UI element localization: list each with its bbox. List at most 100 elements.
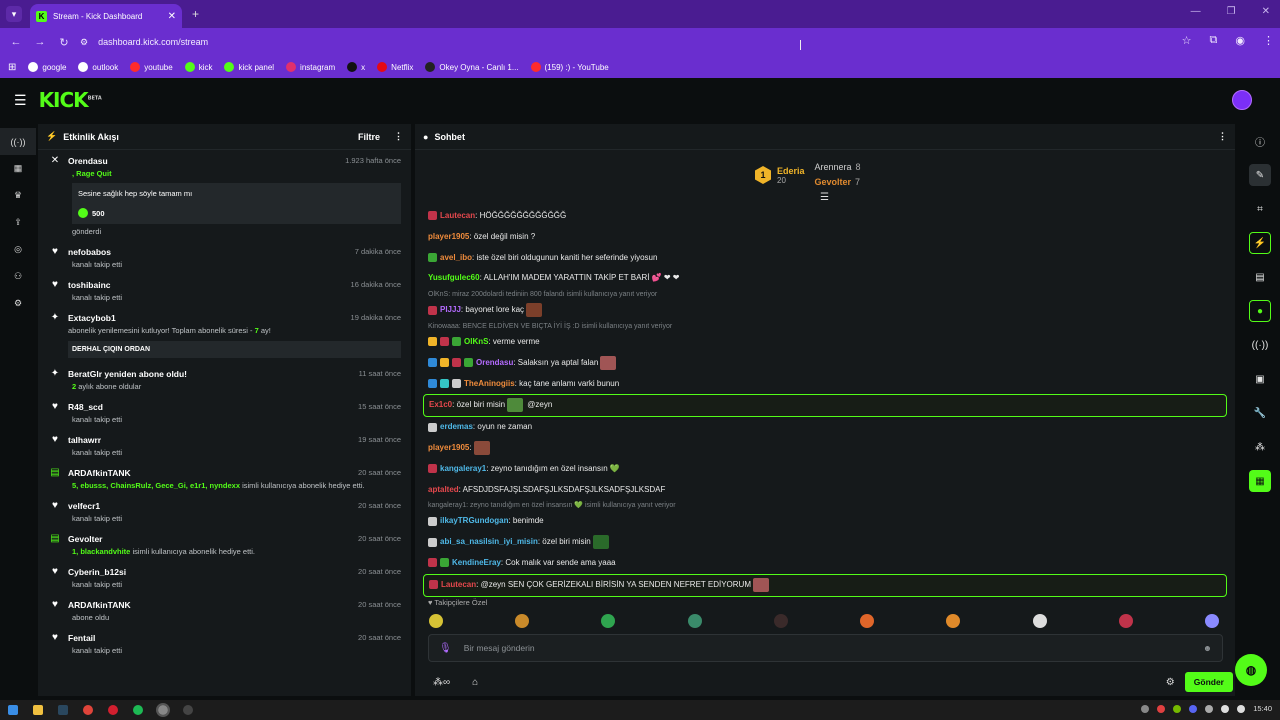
emote-icon[interactable]: [687, 614, 702, 628]
chat-username[interactable]: Lautecan: [441, 580, 476, 589]
clips-icon[interactable]: ▦: [1240, 464, 1280, 498]
event-username[interactable]: Extacybob1: [68, 313, 351, 323]
bookmark-item[interactable]: instagram: [286, 62, 335, 72]
bookmark-item[interactable]: Netflix: [377, 62, 413, 72]
chrome-icon[interactable]: [83, 705, 93, 715]
chat-username[interactable]: Orendasu: [476, 358, 513, 367]
wrench-icon[interactable]: 🔧: [1240, 396, 1280, 430]
emoji-icon[interactable]: ☻: [1203, 643, 1212, 653]
chat-username[interactable]: player1905: [428, 232, 469, 241]
bookmark-item[interactable]: x: [347, 62, 365, 72]
chat-options-icon[interactable]: ⋮: [1218, 131, 1227, 142]
layout-icon[interactable]: ▣: [1240, 362, 1280, 396]
minimize-button[interactable]: —: [1191, 6, 1201, 17]
reload-icon[interactable]: ↻: [52, 36, 76, 49]
new-tab-button[interactable]: +: [192, 7, 199, 21]
upload-icon[interactable]: ⇪: [0, 209, 36, 236]
chat-username[interactable]: ilkayTRGundogan: [440, 516, 508, 525]
chat-toggle-icon[interactable]: ●: [1240, 294, 1280, 328]
chat-settings-icon[interactable]: ⚙: [1166, 677, 1175, 688]
analytics-icon[interactable]: ▦: [0, 155, 36, 182]
apps-grid-icon[interactable]: ⊞: [8, 62, 16, 73]
clock[interactable]: 15:40: [1253, 704, 1272, 713]
chat-username[interactable]: player1905: [428, 443, 469, 452]
emote-icon[interactable]: [1032, 614, 1047, 628]
user-avatar[interactable]: [1232, 90, 1252, 110]
steam-icon[interactable]: [58, 705, 68, 715]
leaderboard-third[interactable]: Gevolter 7: [815, 175, 861, 190]
restore-button[interactable]: ❐: [1227, 6, 1236, 17]
store-icon[interactable]: ⌂: [472, 677, 478, 688]
help-chat-icon[interactable]: ◍: [1235, 654, 1267, 686]
send-button[interactable]: Gönder: [1184, 672, 1233, 692]
chat-username[interactable]: PIJJJ: [440, 305, 461, 314]
broadcast-icon[interactable]: ((·)): [1240, 328, 1280, 362]
chat-username[interactable]: TheAninogiis: [464, 379, 515, 388]
emote-icon[interactable]: [1118, 614, 1133, 628]
profile-icon[interactable]: ◉: [1235, 34, 1245, 47]
event-username[interactable]: toshibainc: [68, 280, 351, 290]
event-username[interactable]: Orendasu: [68, 156, 345, 166]
event-username[interactable]: nefobabos: [68, 247, 355, 257]
forward-icon[interactable]: →: [28, 36, 52, 48]
chat-username[interactable]: KendineEray: [452, 558, 501, 567]
tab-close-icon[interactable]: ✕: [168, 11, 176, 22]
address-bar[interactable]: ⚙ dashboard.kick.com/stream: [80, 32, 1190, 52]
emote-icon[interactable]: [860, 614, 875, 628]
event-username[interactable]: BeratGlr yeniden abone oldu!: [68, 369, 359, 379]
notes-icon[interactable]: ▤: [1240, 260, 1280, 294]
tray-nvidia-icon[interactable]: [1173, 704, 1182, 713]
chat-username[interactable]: avel_ibo: [440, 253, 472, 262]
emote-icon[interactable]: [601, 614, 616, 628]
chat-username[interactable]: kangaleray1: [440, 464, 486, 473]
chat-input[interactable]: 🎙 Bir mesaj gönderin ☻: [428, 634, 1223, 662]
tray-arrow-icon[interactable]: [1141, 704, 1150, 713]
bookmark-item[interactable]: Okey Oyna - Canlı 1...: [425, 62, 519, 72]
browser-icon[interactable]: [156, 703, 170, 717]
event-username[interactable]: R48_scd: [68, 402, 358, 412]
trophy-icon[interactable]: ♛: [0, 182, 36, 209]
tray-app-icon[interactable]: [1157, 704, 1166, 713]
bookmark-item[interactable]: kick panel: [224, 62, 274, 72]
tray-volume-icon[interactable]: [1237, 704, 1246, 713]
emote-icon[interactable]: [773, 614, 788, 628]
bookmark-star-icon[interactable]: ☆: [1182, 34, 1192, 47]
bookmark-item[interactable]: (159) :) - YouTube: [530, 62, 609, 72]
emote-icon[interactable]: [946, 614, 961, 628]
event-username[interactable]: ARDAfkinTANK: [68, 600, 358, 610]
chat-username[interactable]: erdemas: [440, 422, 473, 431]
activity-toggle-icon[interactable]: ⚡: [1240, 226, 1280, 260]
spotify-icon[interactable]: [133, 705, 143, 715]
event-username[interactable]: ARDAfkinTANK: [68, 468, 358, 478]
filter-button[interactable]: Filtre: [358, 132, 380, 142]
settings-target-icon[interactable]: ◎: [0, 236, 36, 263]
chat-username[interactable]: aptalted: [428, 485, 459, 494]
chat-username[interactable]: abi_sa_nasilsin_iyi_misin: [440, 537, 538, 546]
share-icon[interactable]: ⁂: [1240, 430, 1280, 464]
stream-broadcast-icon[interactable]: ((·)): [0, 128, 36, 155]
close-window-button[interactable]: ✕: [1262, 6, 1270, 17]
emote-icon[interactable]: [515, 614, 530, 628]
kick-logo[interactable]: KICKBETA: [39, 88, 102, 112]
event-username[interactable]: Fentail: [68, 633, 358, 643]
opera-icon[interactable]: [108, 705, 118, 715]
bookmark-item[interactable]: youtube: [130, 62, 173, 72]
expand-leaderboard-icon[interactable]: ☰: [820, 192, 829, 203]
gear-icon[interactable]: ⚙: [0, 290, 36, 317]
leaderboard-second[interactable]: Arennera 8: [815, 160, 861, 175]
hamburger-menu-icon[interactable]: ☰: [14, 92, 27, 109]
event-username[interactable]: velfecr1: [68, 501, 358, 511]
tray-wifi-icon[interactable]: [1221, 704, 1230, 713]
tab-search-icon[interactable]: ▾: [6, 6, 22, 22]
chat-username[interactable]: Yusufgulec60: [428, 273, 480, 282]
microphone-icon[interactable]: 🎙: [439, 643, 452, 654]
bookmark-item[interactable]: google: [28, 62, 66, 72]
emote-icon[interactable]: [429, 614, 443, 628]
browser-menu-icon[interactable]: ⋮: [1263, 34, 1274, 47]
event-username[interactable]: Cyberin_b12si: [68, 567, 358, 577]
more-options-icon[interactable]: ⋮: [394, 131, 403, 142]
leaderboard-first[interactable]: 1 Ederia 20: [755, 160, 805, 190]
tray-discord-icon[interactable]: [1189, 704, 1198, 713]
community-icon[interactable]: ⚇: [0, 263, 36, 290]
chat-username[interactable]: Ex1c0: [429, 400, 452, 409]
